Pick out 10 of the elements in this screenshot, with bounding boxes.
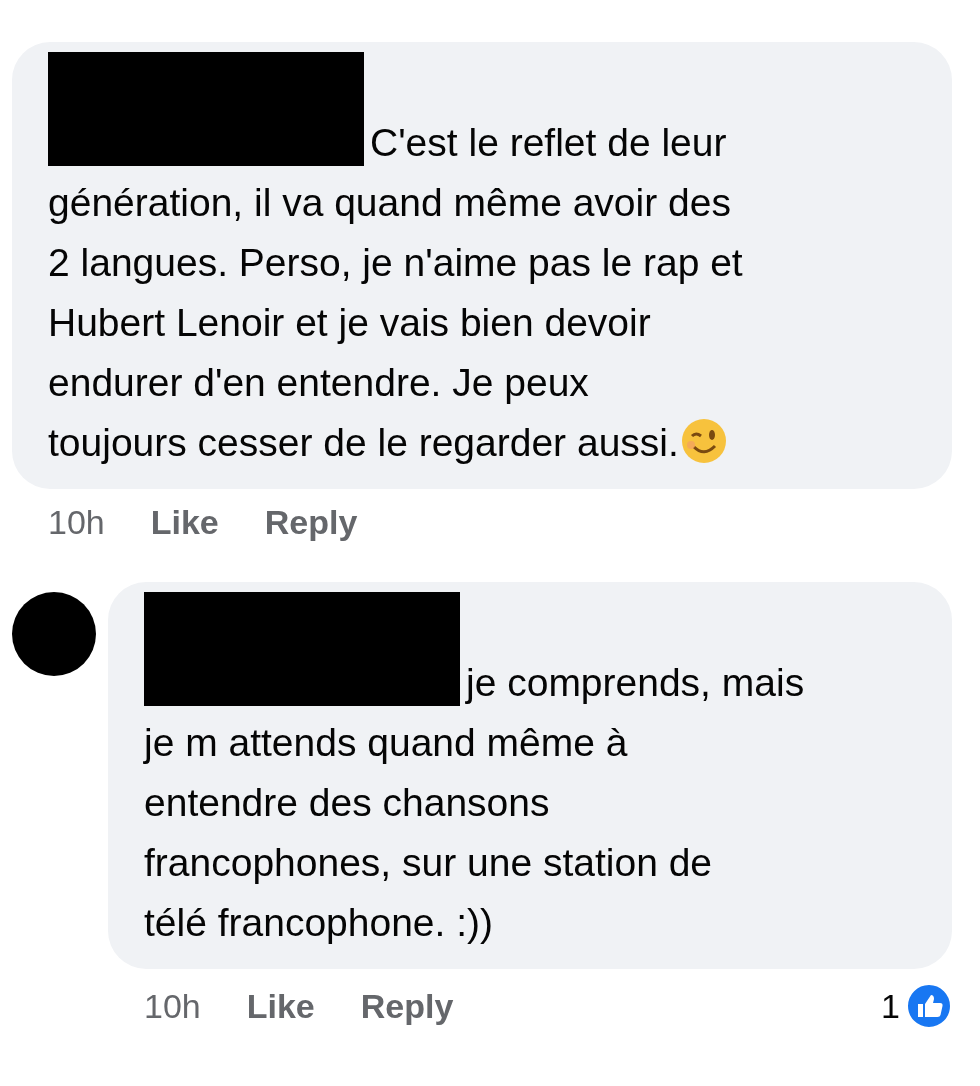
timestamp: 10h — [48, 503, 105, 542]
action-link[interactable]: Like — [246, 986, 315, 1026]
comment-text: je comprends, mais je m attends quand même à entendre des chansons francophones, sur une station de télé francophone. :)) — [144, 661, 805, 944]
timestamp: 10h — [144, 986, 201, 1026]
reaction-count: 1 — [881, 986, 900, 1026]
action-link[interactable]: Like — [150, 503, 219, 542]
thumbs-up-icon[interactable] — [906, 983, 952, 1029]
action-link[interactable]: Reply — [360, 986, 454, 1026]
comment-text: C'est le reflet de leur génération, il va quand même avoir des 2 langues. Perso, je n'aime pas le rap et Hubert Lenoir et je vais bien devoir endurer d'en entendre. Je peux toujours cesser de le regarder aussi. — [48, 121, 743, 464]
action-link[interactable]: Reply — [264, 503, 358, 542]
